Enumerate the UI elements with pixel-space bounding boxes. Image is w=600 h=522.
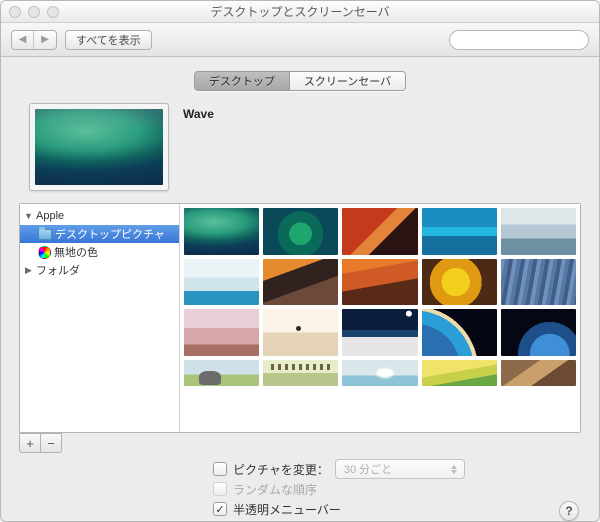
nav-segment: ◀ ▶ — [11, 30, 57, 50]
wallpaper-thumb[interactable] — [184, 360, 259, 386]
translucent-menubar-label: 半透明メニューバー — [233, 501, 341, 518]
disclosure-down-icon: ▼ — [24, 211, 33, 221]
wallpaper-thumb[interactable] — [501, 259, 576, 306]
window-controls — [1, 6, 59, 18]
toolbar: ◀ ▶ すべてを表示 — [1, 23, 599, 57]
add-remove-bar: + − — [19, 433, 581, 453]
wallpaper-thumb[interactable] — [184, 208, 259, 255]
source-folders[interactable]: ▶ フォルダ — [20, 261, 179, 279]
wallpaper-thumb[interactable] — [342, 259, 417, 306]
wallpaper-thumb[interactable] — [501, 360, 576, 386]
wallpaper-thumb[interactable] — [184, 309, 259, 356]
preview-frame — [29, 103, 169, 191]
add-folder-button[interactable]: + — [19, 433, 41, 453]
help-button[interactable]: ? — [559, 501, 579, 521]
minimize-button[interactable] — [28, 6, 40, 18]
search-input[interactable] — [460, 34, 600, 46]
wallpaper-thumb[interactable] — [342, 309, 417, 356]
source-list[interactable]: ▼ Apple デスクトップピクチャ 無地の色 ▶ フォルダ — [20, 204, 180, 432]
pane-body: デスクトップ スクリーンセーバ Wave ▼ Apple デスクトップピクチャ — [1, 57, 599, 522]
wallpaper-thumb[interactable] — [263, 360, 338, 386]
current-wallpaper-preview: Wave — [19, 103, 581, 191]
zoom-button[interactable] — [47, 6, 59, 18]
wallpaper-thumb[interactable] — [342, 360, 417, 386]
folder-icon — [38, 229, 52, 240]
stepper-arrows-icon — [449, 460, 459, 478]
change-interval-value: 30 分ごと — [344, 461, 392, 477]
window-title: デスクトップとスクリーンセーバ — [1, 3, 599, 20]
titlebar: デスクトップとスクリーンセーバ — [1, 1, 599, 23]
disclosure-right-icon: ▶ — [24, 265, 33, 276]
preferences-window: デスクトップとスクリーンセーバ ◀ ▶ すべてを表示 デスクトップ スクリーンセ… — [0, 0, 600, 522]
wallpaper-thumb[interactable] — [501, 309, 576, 356]
wallpaper-thumb[interactable] — [342, 208, 417, 255]
change-picture-checkbox[interactable] — [213, 462, 227, 476]
source-solid-colors[interactable]: 無地の色 — [20, 243, 179, 261]
translucent-menubar-checkbox[interactable]: ✓ — [213, 502, 227, 516]
change-picture-label: ピクチャを変更： — [233, 461, 329, 478]
tab-screensaver[interactable]: スクリーンセーバ — [290, 72, 405, 90]
tab-control: デスクトップ スクリーンセーバ — [194, 71, 406, 91]
wallpaper-thumb[interactable] — [422, 309, 497, 356]
random-order-label: ランダムな順序 — [233, 481, 317, 498]
wallpaper-thumb[interactable] — [422, 259, 497, 306]
wallpaper-thumb[interactable] — [263, 259, 338, 306]
forward-button[interactable]: ▶ — [34, 31, 56, 49]
change-interval-select[interactable]: 30 分ごと — [335, 459, 465, 479]
source-apple[interactable]: ▼ Apple — [20, 207, 179, 225]
wallpaper-thumb[interactable] — [263, 309, 338, 356]
back-button[interactable]: ◀ — [12, 31, 34, 49]
selected-wallpaper-name: Wave — [183, 103, 214, 121]
wallpaper-thumb[interactable] — [184, 259, 259, 306]
colorwheel-icon — [38, 246, 51, 259]
random-order-checkbox — [213, 482, 227, 496]
source-desktop-pictures[interactable]: デスクトップピクチャ — [20, 225, 179, 243]
wallpaper-grid — [180, 204, 580, 390]
remove-folder-button[interactable]: − — [40, 433, 62, 453]
picker-split: ▼ Apple デスクトップピクチャ 無地の色 ▶ フォルダ — [19, 203, 581, 433]
preview-image — [35, 109, 163, 185]
wallpaper-thumb[interactable] — [422, 208, 497, 255]
wallpaper-thumb[interactable] — [263, 208, 338, 255]
tab-desktop[interactable]: デスクトップ — [195, 72, 290, 90]
wallpaper-grid-scroll[interactable] — [180, 204, 580, 432]
wallpaper-thumb[interactable] — [422, 360, 497, 386]
wallpaper-thumb[interactable] — [501, 208, 576, 255]
search-field[interactable] — [449, 30, 589, 50]
show-all-button[interactable]: すべてを表示 — [65, 30, 152, 50]
close-button[interactable] — [9, 6, 21, 18]
options-area: ピクチャを変更： 30 分ごと ランダムな順序 ✓ 半透明メニューバー ? — [19, 453, 581, 522]
